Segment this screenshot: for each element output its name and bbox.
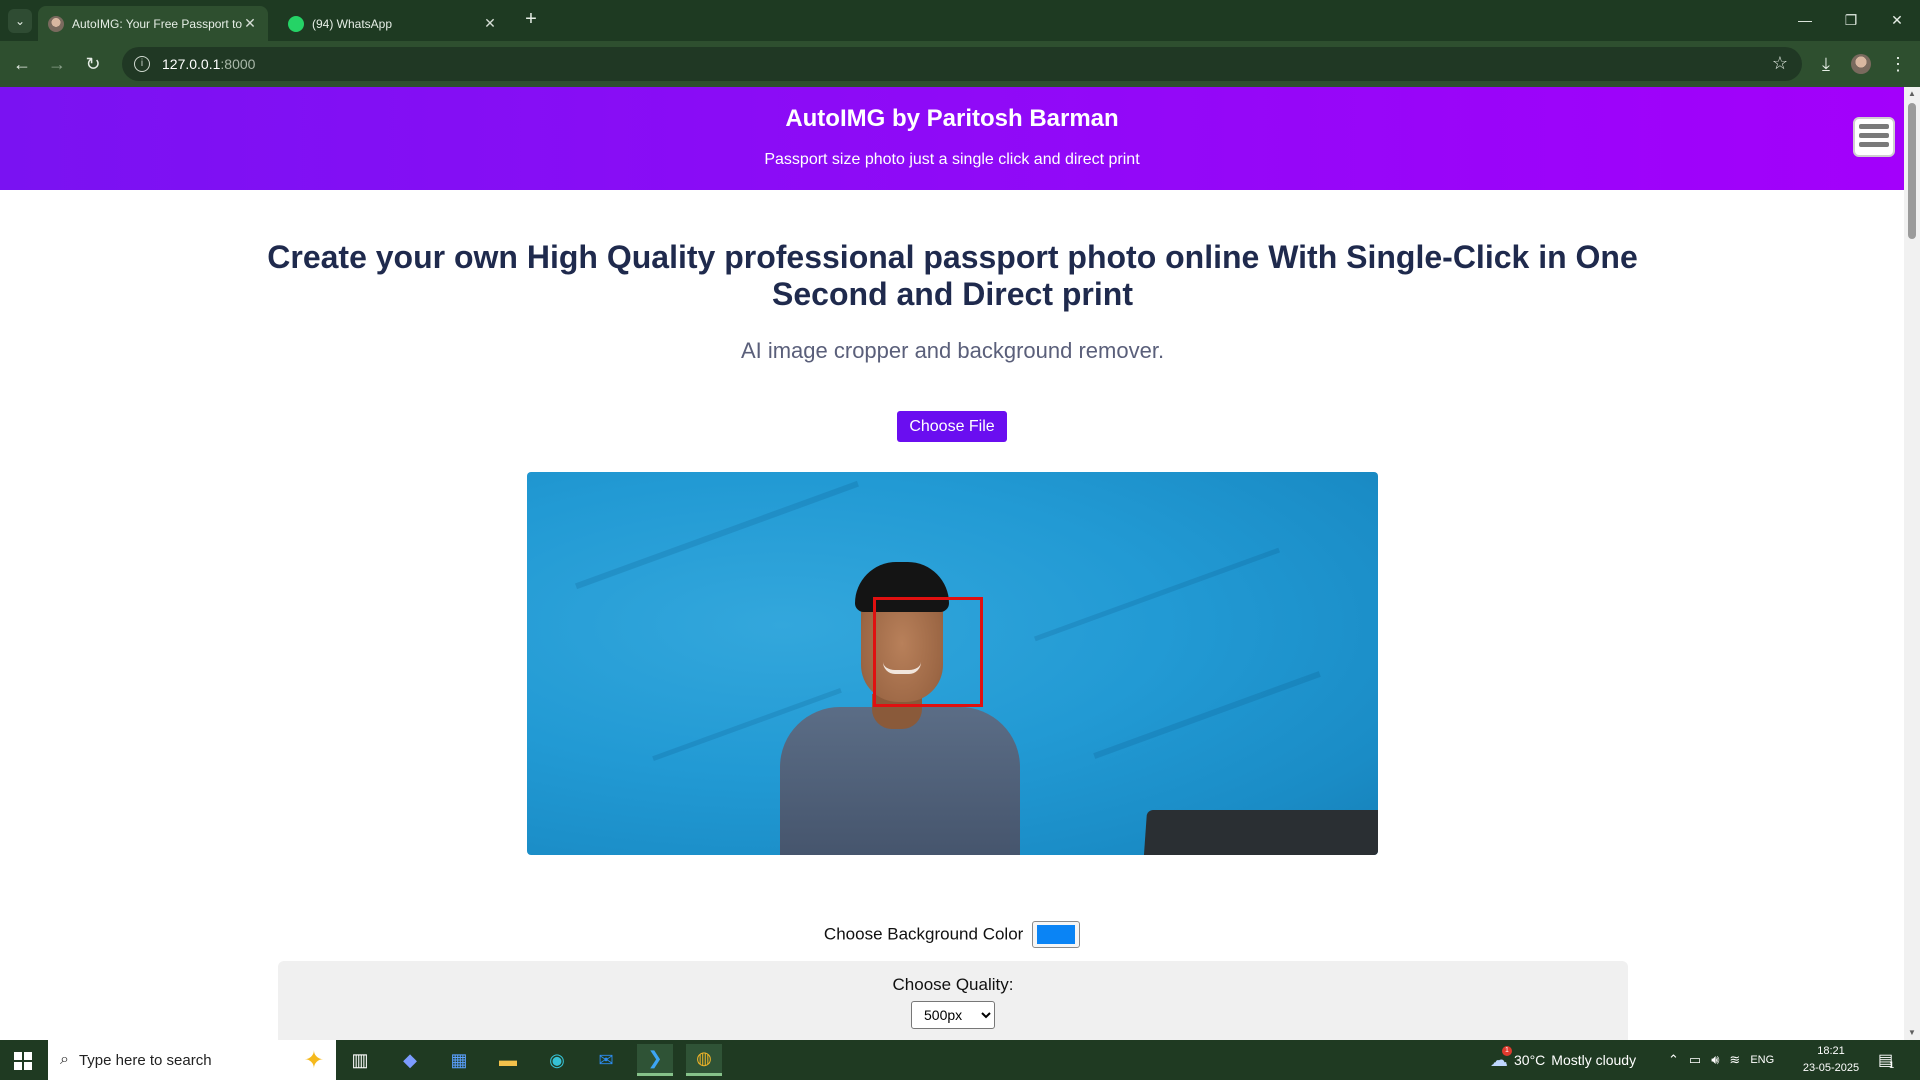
tab-title: (94) WhatsApp bbox=[312, 16, 393, 31]
notification-center-icon[interactable]: ▤ 1 bbox=[1878, 1040, 1894, 1080]
background-color-row: Choose Background Color bbox=[0, 921, 1904, 948]
new-tab-plus-icon[interactable]: + bbox=[520, 8, 542, 32]
site-header: AutoIMG by Paritosh Barman Passport size… bbox=[0, 87, 1904, 190]
wifi-icon[interactable]: ≋ bbox=[1729, 1052, 1740, 1068]
chair-back bbox=[1142, 810, 1378, 855]
microsoft-store-icon[interactable]: ▦ bbox=[441, 1044, 477, 1076]
clock-time: 18:21 bbox=[1817, 1045, 1845, 1057]
search-placeholder: Type here to search bbox=[78, 1051, 212, 1069]
back-arrow-icon[interactable]: ← bbox=[8, 50, 36, 78]
copilot-sparkle-icon: ✦ bbox=[303, 1047, 324, 1074]
tab-whatsapp[interactable]: (94) WhatsApp ✕ bbox=[278, 6, 508, 41]
notification-count: 1 bbox=[1889, 1060, 1895, 1070]
search-icon: ⌕ bbox=[60, 1051, 69, 1068]
page-tagline: AI image cropper and background remover. bbox=[740, 338, 1165, 363]
page-headline: Create your own High Quality professiona… bbox=[267, 239, 1638, 312]
file-explorer-icon[interactable]: ▬ bbox=[490, 1044, 526, 1076]
task-view-icon[interactable]: ▥ bbox=[342, 1044, 378, 1076]
quality-select[interactable]: 500px bbox=[911, 1001, 995, 1029]
browser-toolbar: ← → ↻ i 127.0.0.1:8000 ☆ ⤓ ⋮ bbox=[0, 41, 1920, 87]
tab-autoimg[interactable]: AutoIMG: Your Free Passport to ✕ bbox=[38, 6, 268, 41]
system-tray: ⌃ ▭ 🔊︎ ≋ ENG bbox=[1668, 1040, 1774, 1080]
chrome-icon[interactable]: ◍ bbox=[686, 1044, 722, 1076]
download-icon[interactable]: ⤓ bbox=[1812, 50, 1840, 78]
page-scrollbar[interactable]: ▲ ▼ bbox=[1904, 87, 1920, 1040]
site-info-icon[interactable]: i bbox=[134, 56, 150, 72]
clock-date: 23-05-2025 bbox=[1802, 1062, 1860, 1074]
vscode-icon[interactable]: ❯ bbox=[637, 1044, 673, 1076]
language-indicator[interactable]: ENG bbox=[1750, 1054, 1774, 1066]
cloud-icon: ☁ 1 bbox=[1490, 1045, 1512, 1071]
scroll-down-arrow-icon[interactable]: ▼ bbox=[1904, 1026, 1920, 1040]
url-host: 127.0.0.1 bbox=[162, 56, 221, 72]
copilot-icon[interactable]: ◆ bbox=[392, 1044, 428, 1076]
choose-file-button[interactable]: Choose File bbox=[897, 411, 1007, 442]
windows-start-icon[interactable] bbox=[14, 1052, 32, 1070]
quality-panel: Choose Quality: 500px bbox=[278, 961, 1628, 1040]
quality-label: Choose Quality: bbox=[892, 975, 1014, 994]
reload-icon[interactable]: ↻ bbox=[79, 50, 107, 78]
browser-tab-strip: ⌄ AutoIMG: Your Free Passport to ✕ (94) … bbox=[0, 0, 1920, 41]
close-tab-icon[interactable]: ✕ bbox=[242, 15, 258, 32]
window-close-icon[interactable]: ✕ bbox=[1874, 8, 1920, 32]
weather-text: Mostly cloudy bbox=[1551, 1052, 1637, 1068]
site-subtitle: Passport size photo just a single click … bbox=[764, 151, 1140, 168]
tab-title: AutoIMG: Your Free Passport to bbox=[72, 16, 242, 31]
more-menu-icon[interactable]: ⋮ bbox=[1884, 50, 1912, 78]
autoimg-favicon-icon bbox=[48, 15, 64, 32]
weather-badge: 1 bbox=[1502, 1045, 1512, 1056]
forward-arrow-icon[interactable]: → bbox=[43, 50, 71, 78]
chevron-up-icon[interactable]: ⌃ bbox=[1668, 1052, 1679, 1068]
bg-color-picker[interactable] bbox=[1032, 921, 1081, 948]
windows-taskbar: ⌕ Type here to search ✦ ▥ ◆ ▦ ▬ ◉ ✉ ❯ ◍ … bbox=[0, 1040, 1920, 1080]
site-title: AutoIMG by Paritosh Barman bbox=[785, 105, 1119, 132]
bg-color-label: Choose Background Color bbox=[823, 924, 1024, 944]
taskbar-clock[interactable]: 18:21 23-05-2025 bbox=[1796, 1043, 1866, 1077]
volume-icon[interactable]: 🔊︎ bbox=[1711, 1052, 1719, 1068]
scrollbar-thumb[interactable] bbox=[1908, 103, 1916, 239]
person-shirt bbox=[780, 707, 1020, 855]
bookmark-star-icon[interactable]: ☆ bbox=[1772, 53, 1788, 74]
address-bar[interactable]: i 127.0.0.1:8000 ☆ bbox=[122, 47, 1802, 81]
uploaded-photo-preview bbox=[527, 472, 1378, 855]
minimize-icon[interactable]: — bbox=[1782, 8, 1828, 32]
meet-now-icon[interactable]: ▭ bbox=[1689, 1052, 1701, 1068]
weather-temp: 30°C bbox=[1514, 1052, 1546, 1068]
edge-browser-icon[interactable]: ◉ bbox=[539, 1044, 575, 1076]
face-detection-box bbox=[873, 597, 983, 707]
scroll-up-arrow-icon[interactable]: ▲ bbox=[1904, 87, 1920, 101]
weather-widget[interactable]: ☁ 1 30°C Mostly cloudy bbox=[1490, 1040, 1636, 1080]
url-port: :8000 bbox=[220, 56, 256, 72]
whatsapp-favicon-icon bbox=[288, 15, 304, 32]
page-viewport: AutoIMG by Paritosh Barman Passport size… bbox=[0, 87, 1904, 1040]
tab-search-chevron-icon[interactable]: ⌄ bbox=[8, 9, 32, 33]
profile-avatar[interactable] bbox=[1851, 54, 1871, 74]
close-tab-icon[interactable]: ✕ bbox=[482, 15, 498, 32]
restore-icon[interactable]: ❐ bbox=[1828, 8, 1874, 32]
taskbar-search-box[interactable]: ⌕ Type here to search ✦ bbox=[48, 1040, 336, 1080]
outlook-icon[interactable]: ✉ bbox=[588, 1044, 624, 1076]
hamburger-menu-icon[interactable] bbox=[1853, 117, 1895, 157]
